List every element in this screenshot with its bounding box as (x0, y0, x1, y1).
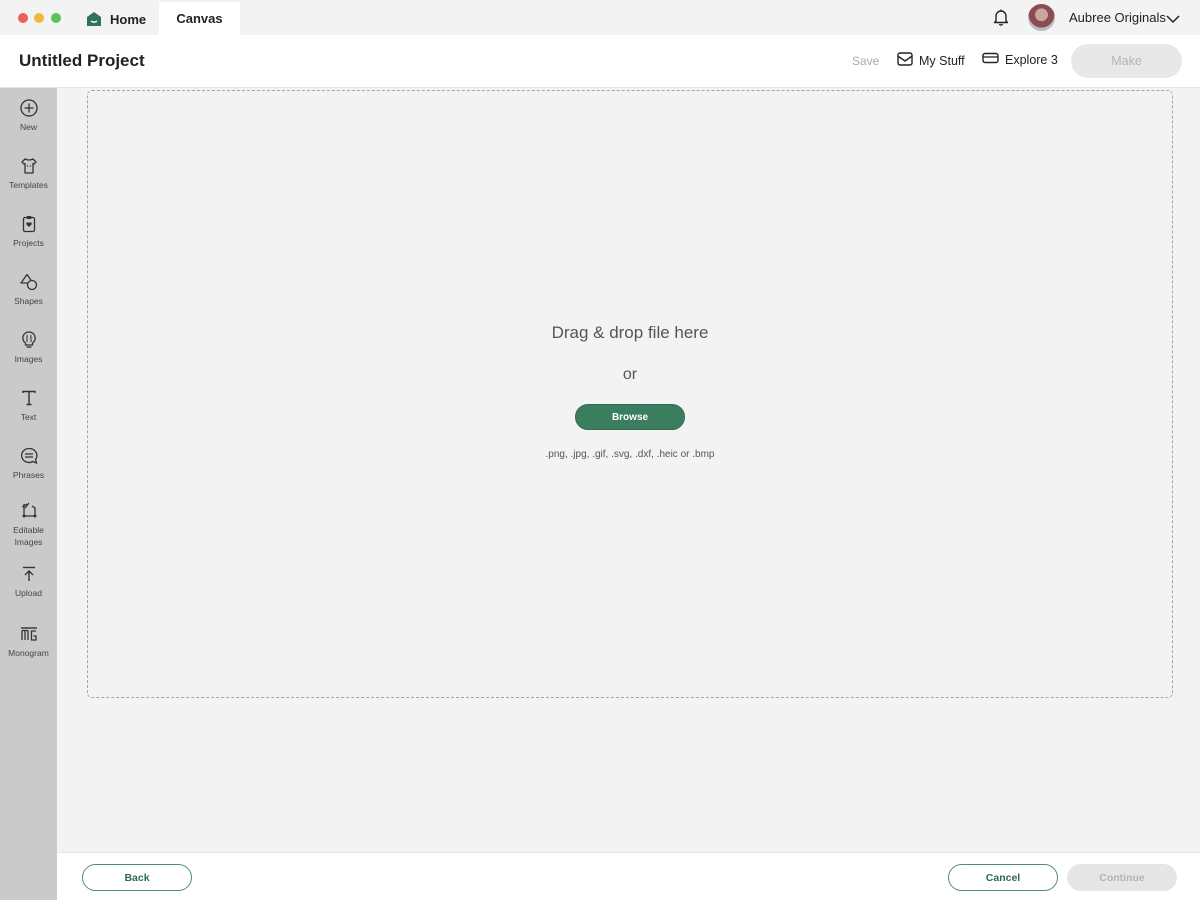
back-button[interactable]: Back (82, 864, 192, 891)
sidebar-item-images[interactable]: Images (0, 330, 57, 365)
sidebar: New Templates Projects Shapes Images Tex… (0, 88, 57, 900)
tab-home-label: Home (110, 11, 147, 27)
plus-circle-icon (19, 99, 38, 117)
machine-label: Explore 3 (1005, 52, 1058, 67)
sidebar-label: Monogram (8, 648, 49, 658)
sidebar-label: New (19, 122, 37, 132)
sidebar-label: Templates (9, 180, 48, 190)
sidebar-item-upload[interactable]: Upload (0, 564, 57, 599)
window-titlebar: Home Canvas Aubree Originals (0, 0, 1200, 35)
minimize-window-button[interactable] (34, 13, 44, 23)
footer-bar: Back Cancel Continue (57, 852, 1200, 900)
account-name[interactable]: Aubree Originals (1069, 10, 1166, 25)
machine-icon (982, 52, 999, 67)
maximize-window-button[interactable] (51, 13, 61, 23)
sidebar-item-phrases[interactable]: Phrases (0, 446, 57, 481)
clipboard-heart-icon (22, 216, 35, 233)
sidebar-label: Images (14, 354, 43, 364)
text-icon (21, 390, 36, 406)
tab-canvas[interactable]: Canvas (159, 2, 240, 35)
sidebar-item-projects[interactable]: Projects (0, 214, 57, 249)
sidebar-item-monogram[interactable]: Monogram (0, 624, 57, 659)
envelope-icon (897, 52, 913, 69)
sidebar-label: Phrases (12, 470, 45, 480)
project-header: Untitled Project Save My Stuff Explore 3… (0, 35, 1200, 88)
continue-button[interactable]: Continue (1067, 864, 1177, 891)
my-stuff-label: My Stuff (919, 53, 965, 68)
tab-home[interactable]: Home (86, 6, 146, 32)
sidebar-label: Upload (15, 588, 42, 598)
sidebar-item-shapes[interactable]: Shapes (0, 272, 57, 307)
chevron-down-icon[interactable] (1166, 11, 1180, 24)
sidebar-item-new[interactable]: New (0, 98, 57, 133)
sidebar-item-templates[interactable]: Templates (0, 156, 57, 191)
speech-bubble-icon (20, 447, 38, 465)
file-dropzone[interactable]: Drag & drop file here or Browse .png, .j… (87, 90, 1173, 698)
home-icon (86, 11, 102, 27)
upload-icon (22, 566, 35, 581)
sidebar-label: Editable Images (13, 525, 44, 547)
bell-icon[interactable] (992, 8, 1010, 26)
vector-edit-icon (21, 502, 36, 518)
browse-button[interactable]: Browse (575, 404, 685, 430)
dropzone-or: or (622, 366, 638, 383)
sidebar-label: Text (20, 412, 37, 422)
cancel-button[interactable]: Cancel (948, 864, 1058, 891)
supported-formats: .png, .jpg, .gif, .svg, .dxf, .heic or .… (545, 449, 715, 460)
monogram-icon (20, 627, 37, 641)
project-title[interactable]: Untitled Project (19, 51, 145, 71)
sidebar-label: Shapes (14, 296, 43, 306)
lightbulb-icon (21, 331, 36, 348)
my-stuff-button[interactable]: My Stuff (897, 52, 965, 69)
avatar[interactable] (1028, 4, 1055, 31)
make-button[interactable]: Make (1071, 44, 1182, 78)
tab-canvas-label: Canvas (176, 11, 223, 26)
sidebar-item-text[interactable]: Text (0, 388, 57, 423)
close-window-button[interactable] (18, 13, 28, 23)
sidebar-item-editable-images[interactable]: Editable Images (0, 501, 57, 548)
sidebar-label: Projects (13, 238, 44, 248)
shapes-icon (19, 273, 37, 291)
machine-select-button[interactable]: Explore 3 (982, 52, 1058, 67)
upload-panel: Drag & drop file here or Browse .png, .j… (57, 88, 1200, 852)
shirt-icon (20, 158, 37, 174)
dropzone-title: Drag & drop file here (551, 323, 709, 342)
save-button[interactable]: Save (852, 54, 879, 68)
